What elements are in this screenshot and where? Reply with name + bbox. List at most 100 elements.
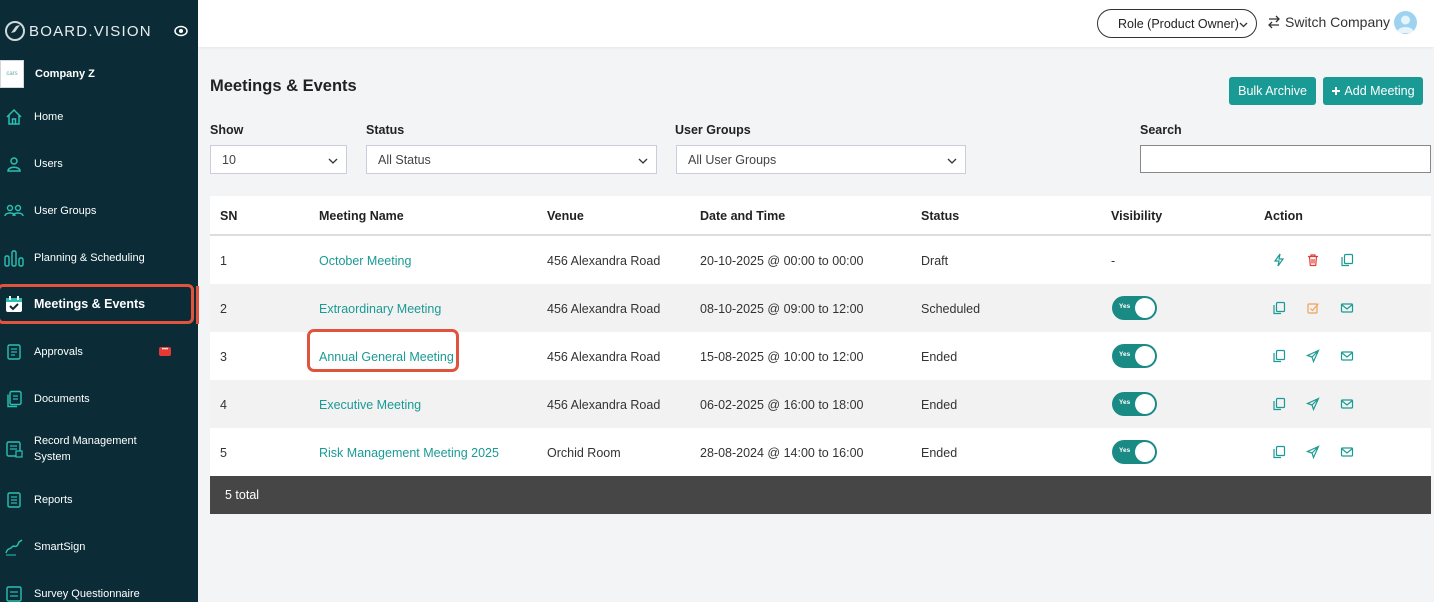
user-groups-select-value: All User Groups — [688, 152, 777, 167]
table-row: 1 October Meeting 456 Alexandra Road 20-… — [210, 236, 1431, 284]
brand[interactable]: BOARD.VISION — [4, 20, 152, 42]
user-icon — [3, 153, 25, 175]
user-groups-select[interactable]: All User Groups — [676, 145, 966, 174]
table-row: 5 Risk Management Meeting 2025 Orchid Ro… — [210, 428, 1431, 476]
company-switcher[interactable]: cars Company Z — [0, 60, 95, 88]
meeting-name-link[interactable]: Annual General Meeting — [319, 350, 454, 364]
toggle-knob — [1135, 346, 1155, 366]
record-icon — [3, 438, 25, 460]
column-header-venue[interactable]: Venue — [547, 209, 584, 223]
send-icon[interactable] — [1306, 445, 1320, 459]
sidebar-item-meetings-events[interactable]: Meetings & Events — [0, 284, 194, 324]
visibility-toggle[interactable]: Yes — [1112, 296, 1157, 320]
sidebar-item-label: Users — [34, 158, 63, 170]
sidebar-item-record-management[interactable]: Record Management System — [0, 433, 194, 465]
copy-icon[interactable] — [1272, 445, 1286, 459]
bulk-archive-button[interactable]: Bulk Archive — [1229, 77, 1316, 105]
show-select[interactable]: 10 — [210, 145, 347, 174]
user-groups-icon — [3, 200, 25, 222]
column-header-visibility: Visibility — [1111, 209, 1163, 223]
meeting-name-link[interactable]: October Meeting — [319, 254, 411, 268]
sidebar-item-smartsign[interactable]: SmartSign — [0, 536, 194, 558]
cell-venue: 456 Alexandra Road — [547, 302, 661, 316]
notification-badge: ••• — [159, 347, 171, 356]
role-select[interactable]: Role (Product Owner) — [1097, 9, 1257, 38]
calendar-icon — [3, 293, 25, 315]
copy-icon[interactable] — [1272, 301, 1286, 315]
toggle-knob — [1135, 442, 1155, 462]
cell-venue: 456 Alexandra Road — [547, 398, 661, 412]
sidebar-item-label: Home — [34, 111, 64, 123]
cell-visibility: - — [1111, 254, 1116, 268]
visibility-toggle[interactable]: Yes — [1112, 392, 1157, 416]
table-row: 3 Annual General Meeting 456 Alexandra R… — [210, 329, 1431, 380]
sidebar-item-users[interactable]: Users — [0, 153, 194, 175]
cell-datetime: 20-10-2025 @ 00:00 to 00:00 — [700, 254, 864, 268]
mail-icon[interactable] — [1340, 301, 1354, 315]
mail-icon[interactable] — [1340, 397, 1354, 411]
sidebar-item-label: Approvals — [34, 346, 83, 358]
cell-sn: 5 — [220, 446, 227, 460]
survey-icon — [3, 583, 25, 602]
sidebar-item-label: SmartSign — [34, 541, 86, 553]
sidebar-item-planning-scheduling[interactable]: Planning & Scheduling — [0, 247, 194, 269]
checkbox-edit-icon[interactable] — [1306, 301, 1320, 315]
cell-datetime: 06-02-2025 @ 16:00 to 18:00 — [700, 398, 864, 412]
column-header-status[interactable]: Status — [921, 209, 959, 223]
cell-sn: 4 — [220, 398, 227, 412]
visibility-toggle[interactable]: Yes — [1112, 344, 1157, 368]
total-count: 5 total — [225, 488, 260, 502]
cell-venue: 456 Alexandra Road — [547, 350, 661, 364]
sidebar-item-label-wrap: Record Management System — [34, 433, 137, 465]
cell-status: Ended — [921, 398, 958, 412]
user-groups-label: User Groups — [675, 123, 751, 137]
cell-status: Ended — [921, 446, 958, 460]
status-select[interactable]: All Status — [366, 145, 657, 174]
sidebar-item-user-groups[interactable]: User Groups — [0, 200, 194, 222]
mail-icon[interactable] — [1340, 445, 1354, 459]
sidebar-item-survey[interactable]: Survey Questionnaire — [0, 583, 194, 602]
status-label: Status — [366, 123, 405, 137]
switch-company-button[interactable]: Switch Company — [1267, 14, 1390, 30]
show-select-value: 10 — [222, 152, 236, 167]
active-indicator — [196, 286, 199, 324]
documents-icon — [3, 388, 25, 410]
brand-logo-icon — [5, 21, 25, 41]
add-meeting-button[interactable]: Add Meeting — [1323, 77, 1423, 105]
avatar[interactable] — [1394, 11, 1417, 34]
page-title: Meetings & Events — [210, 77, 357, 95]
meeting-name-link[interactable]: Executive Meeting — [319, 398, 421, 412]
switch-icon — [1268, 15, 1280, 29]
search-input[interactable] — [1140, 145, 1431, 173]
sidebar-item-reports[interactable]: Reports — [0, 489, 194, 511]
send-icon[interactable] — [1306, 397, 1320, 411]
copy-icon[interactable] — [1272, 397, 1286, 411]
eye-icon[interactable] — [174, 25, 188, 37]
cell-venue: Orchid Room — [547, 446, 621, 460]
toggle-label: Yes — [1119, 447, 1131, 454]
meeting-name-link[interactable]: Extraordinary Meeting — [319, 302, 441, 316]
home-icon — [3, 106, 25, 128]
lightning-icon[interactable] — [1272, 253, 1286, 267]
sidebar-item-label: Survey Questionnaire — [34, 588, 140, 600]
column-header-meeting-name[interactable]: Meeting Name — [319, 209, 404, 223]
column-header-date-time[interactable]: Date and Time — [700, 209, 785, 223]
sidebar-item-label: Record Management — [34, 435, 137, 447]
sidebar-item-label: Meetings & Events — [34, 297, 146, 311]
bar-chart-icon — [3, 247, 25, 269]
visibility-toggle[interactable]: Yes — [1112, 440, 1157, 464]
sidebar-item-home[interactable]: Home — [0, 106, 194, 128]
column-header-sn: SN — [220, 209, 238, 223]
copy-icon[interactable] — [1340, 253, 1354, 267]
send-icon[interactable] — [1306, 349, 1320, 363]
copy-icon[interactable] — [1272, 349, 1286, 363]
show-label: Show — [210, 123, 244, 137]
meeting-name-link[interactable]: Risk Management Meeting 2025 — [319, 446, 499, 460]
company-logo: cars — [0, 60, 24, 88]
mail-icon[interactable] — [1340, 349, 1354, 363]
toggle-label: Yes — [1119, 399, 1131, 406]
sidebar-item-label-line2: System — [34, 451, 71, 463]
sidebar: BOARD.VISION cars Company Z Home Users U… — [0, 0, 199, 602]
trash-icon[interactable] — [1306, 253, 1320, 267]
sidebar-item-documents[interactable]: Documents — [0, 388, 194, 410]
